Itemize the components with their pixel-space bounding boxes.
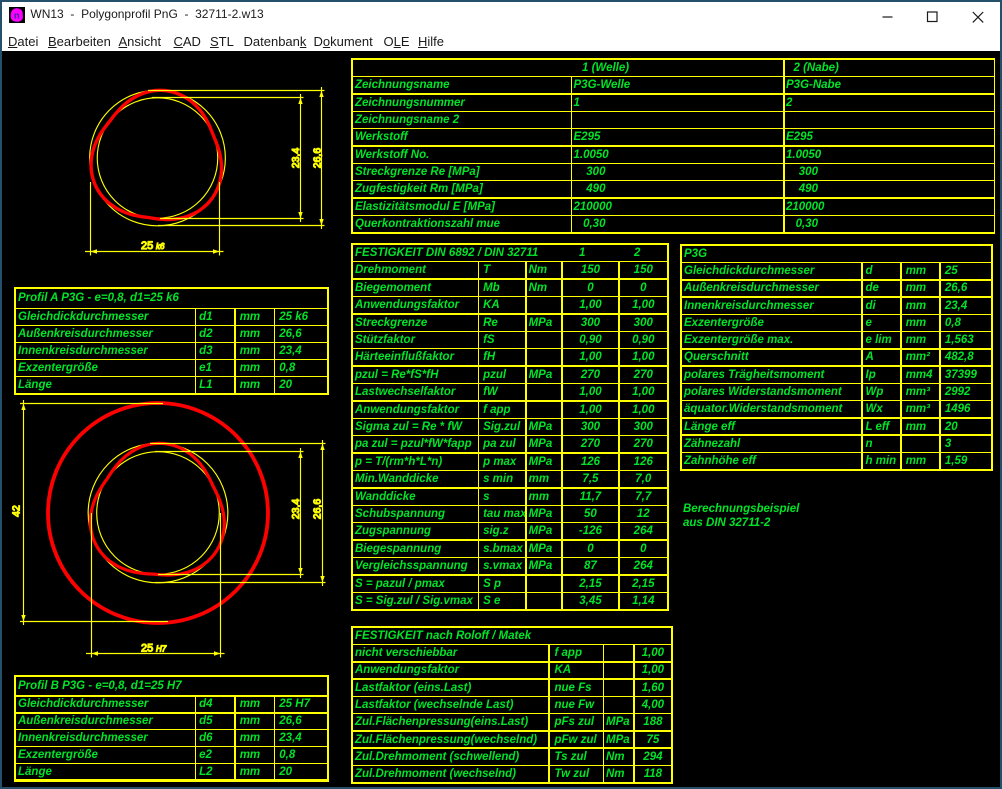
svg-text:n: n	[14, 11, 20, 21]
svg-text:H7: H7	[156, 645, 167, 654]
svg-text:26,6: 26,6	[312, 148, 324, 169]
svg-text:23,4: 23,4	[290, 148, 302, 169]
svg-text:42: 42	[11, 505, 23, 517]
svg-text:23,4: 23,4	[290, 499, 302, 520]
svg-text:25: 25	[141, 240, 153, 252]
svg-text:25: 25	[141, 643, 153, 655]
svg-text:26,6: 26,6	[312, 499, 324, 520]
svg-text:k6: k6	[156, 242, 165, 251]
